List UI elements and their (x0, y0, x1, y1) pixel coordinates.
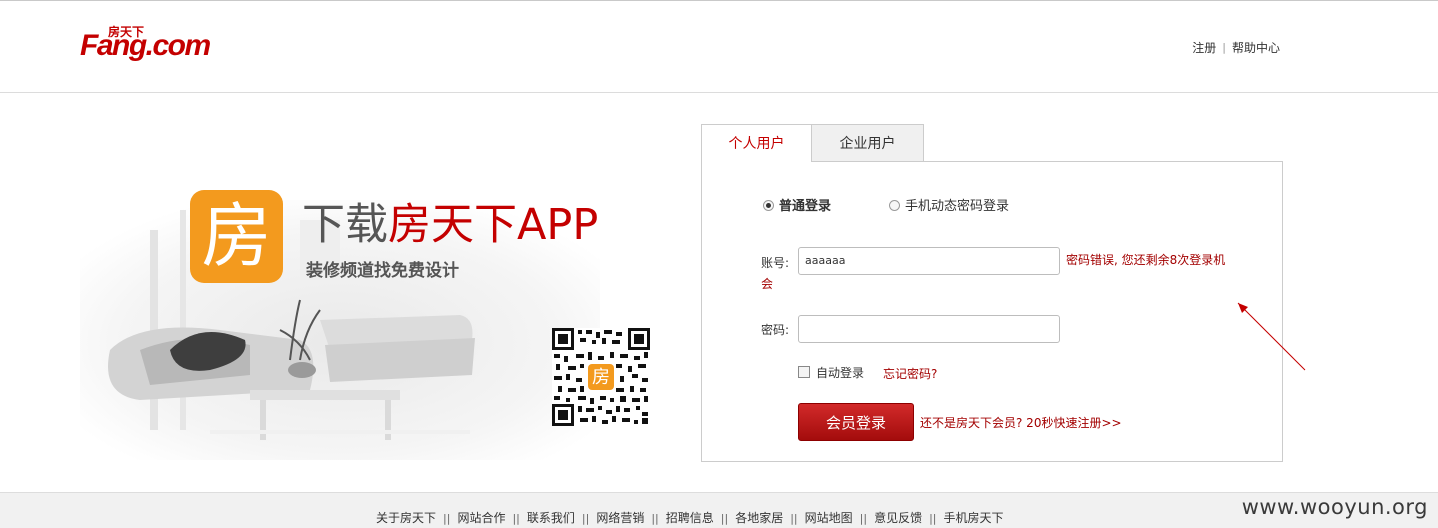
tab-personal-user[interactable]: 个人用户 (701, 124, 812, 162)
auto-login-checkbox[interactable]: 自动登录 (798, 364, 864, 381)
app-icon: 房 (190, 190, 283, 283)
login-panel: 个人用户 企业用户 普通登录 手机动态密码登录 账号: aaaaaa 密码错误,… (701, 124, 1283, 462)
footer-separator: || (651, 512, 659, 525)
site-footer: 关于房天下 || 网站合作 || 联系我们 || 网络营销 || 招聘信息 || 各地家居 || 网站地… (0, 492, 1438, 528)
footer-link[interactable]: 关于房天下 (376, 511, 436, 525)
register-link[interactable]: 注册 (1192, 41, 1216, 55)
footer-separator: || (790, 512, 798, 525)
radio-normal-login[interactable]: 普通登录 (763, 195, 831, 214)
password-input[interactable] (798, 315, 1060, 343)
footer-link[interactable]: 网站地图 (805, 511, 853, 525)
footer-link[interactable]: 意见反馈 (874, 511, 922, 525)
footer-link[interactable]: 联系我们 (527, 511, 575, 525)
link-separator: | (1222, 41, 1226, 54)
radio-dot (763, 200, 774, 211)
tab-business-user[interactable]: 企业用户 (812, 124, 924, 162)
footer-link[interactable]: 招聘信息 (666, 511, 714, 525)
footer-link[interactable]: 网络营销 (596, 511, 644, 525)
error-message: 密码错误, 您还剩余8次登录机会 (761, 253, 1226, 291)
app-icon-char: 房 (201, 195, 272, 277)
quick-register-link[interactable]: 还不是房天下会员? 20秒快速注册>> (920, 414, 1122, 431)
radio-label: 普通登录 (779, 199, 832, 214)
footer-separator: || (720, 512, 729, 525)
radio-label: 手机动态密码登录 (905, 199, 1010, 214)
help-center-link[interactable]: 帮助中心 (1232, 41, 1280, 55)
qr-code[interactable]: 房 (552, 328, 650, 426)
footer-separator: || (443, 512, 451, 525)
top-links: 注册 | 帮助中心 (1192, 39, 1280, 56)
footer-link[interactable]: 网站合作 (457, 511, 505, 525)
promo-title-highlight: 房天下APP (388, 200, 599, 250)
footer-separator: || (512, 512, 520, 525)
app-promo: 房 下载房天下APP 装修频道找免费设计 房 (60, 160, 680, 470)
promo-title: 下载房天下APP (302, 190, 598, 252)
footer-link[interactable]: 各地家居 (735, 511, 783, 525)
checkbox-box (798, 366, 810, 378)
site-header: 房天下 Fang.com 注册 | 帮助中心 (0, 1, 1438, 93)
auto-login-label: 自动登录 (816, 366, 865, 380)
radio-sms-login[interactable]: 手机动态密码登录 (889, 195, 1009, 214)
footer-separator: || (859, 512, 868, 525)
footer-link[interactable]: 手机房天下 (944, 511, 1004, 525)
password-label: 密码: (761, 323, 790, 337)
promo-title-prefix: 下载 (302, 200, 388, 250)
footer-links: 关于房天下 || 网站合作 || 联系我们 || 网络营销 || 招聘信息 || 各地家居 || 网站地… (376, 509, 1004, 526)
footer-separator: || (929, 512, 937, 525)
logo-en-text: Fang.com (80, 29, 211, 62)
watermark: www.wooyun.org (1241, 495, 1428, 519)
member-login-button[interactable]: 会员登录 (798, 403, 914, 441)
login-form: 普通登录 手机动态密码登录 账号: aaaaaa 密码错误, 您还剩余8次登录机… (701, 161, 1283, 462)
promo-subtitle: 装修频道找免费设计 (306, 261, 459, 281)
radio-dot (889, 200, 900, 211)
qr-center-char: 房 (592, 367, 610, 388)
annotation-arrow (1237, 302, 1306, 371)
footer-separator: || (581, 512, 590, 525)
site-logo[interactable]: 房天下 Fang.com (80, 23, 220, 69)
forgot-password-link[interactable]: 忘记密码? (883, 365, 937, 382)
